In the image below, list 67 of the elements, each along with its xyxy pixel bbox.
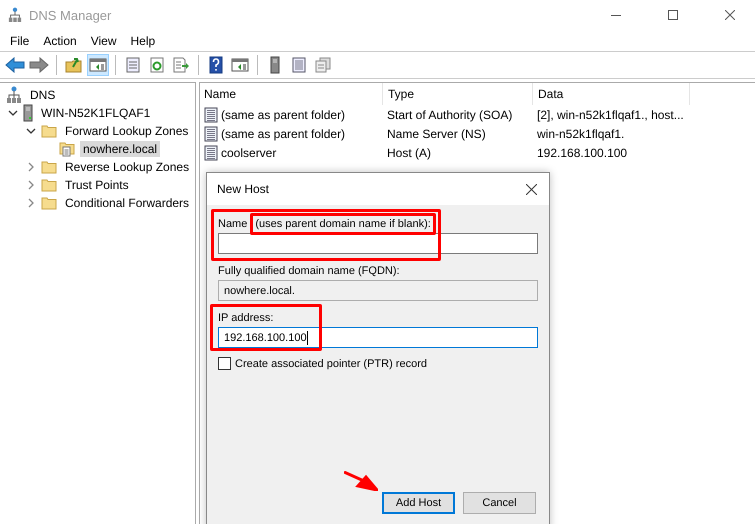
menu-item[interactable]: View xyxy=(84,34,124,48)
refresh-icon[interactable] xyxy=(149,57,165,73)
record-icon xyxy=(204,144,218,160)
collapsed-chevron-icon[interactable] xyxy=(26,198,36,208)
folder-icon xyxy=(41,160,57,174)
zone-file-icon xyxy=(59,141,75,157)
network-icon xyxy=(8,7,22,23)
record-icon xyxy=(204,106,218,122)
column-header[interactable]: Type xyxy=(382,83,532,105)
table-cell: (same as parent folder) xyxy=(221,126,346,140)
tree-item[interactable]: Reverse Lookup Zones xyxy=(62,159,192,175)
forward-arrow-icon[interactable] xyxy=(29,57,49,73)
folder-icon xyxy=(41,196,57,210)
field-hint: (uses parent domain name if blank): xyxy=(255,218,431,230)
menu-item[interactable]: Action xyxy=(36,34,84,48)
field-label: Name xyxy=(218,218,248,230)
input-field[interactable] xyxy=(218,233,538,254)
readonly-field[interactable]: nowhere.local. xyxy=(218,280,538,301)
table-cell-text: win-n52k1flqaf1. xyxy=(536,126,626,140)
pane-icon[interactable] xyxy=(231,57,249,73)
maximize-icon xyxy=(668,10,678,20)
dialog-button[interactable]: Cancel xyxy=(463,492,536,514)
record-list-icon[interactable] xyxy=(292,57,306,73)
export-list-icon[interactable] xyxy=(172,57,190,73)
column-header[interactable]: Name xyxy=(200,83,382,105)
folder-up-icon[interactable] xyxy=(65,57,83,73)
collapsed-chevron-icon[interactable] xyxy=(26,162,36,172)
tree-item[interactable]: WIN-N52K1FLQAF1 xyxy=(38,105,154,121)
column-header[interactable]: Data xyxy=(532,83,690,105)
copy-icon[interactable] xyxy=(314,57,332,73)
tree-item[interactable]: Conditional Forwarders xyxy=(62,195,192,211)
help-icon[interactable] xyxy=(209,56,223,74)
folder-icon xyxy=(41,178,57,192)
tree-item[interactable]: Forward Lookup Zones xyxy=(62,123,192,139)
network-icon xyxy=(6,86,22,104)
dialog-title: New Host xyxy=(217,182,270,196)
expanded-chevron-icon[interactable] xyxy=(26,126,36,136)
pane-icon[interactable] xyxy=(89,57,107,73)
tree-item[interactable]: Trust Points xyxy=(62,177,132,193)
back-arrow-icon[interactable] xyxy=(5,57,25,73)
table-cell-text: Host (A) xyxy=(386,146,432,160)
checkbox-label[interactable]: Create associated pointer (PTR) record xyxy=(235,358,427,370)
table-cell: (same as parent folder) xyxy=(221,108,346,122)
folder-icon xyxy=(41,124,57,138)
server-icon[interactable] xyxy=(270,56,280,74)
table-cell: coolserver xyxy=(221,146,276,160)
expanded-chevron-icon[interactable] xyxy=(8,108,18,118)
menu-item[interactable]: File xyxy=(3,34,36,48)
input-field[interactable]: 192.168.100.100 xyxy=(218,327,538,348)
tree-item[interactable]: nowhere.local xyxy=(80,141,160,157)
record-icon xyxy=(204,126,218,142)
close-icon xyxy=(725,10,735,20)
properties-icon[interactable] xyxy=(125,57,141,73)
field-label: IP address: xyxy=(218,312,274,324)
table-cell-text: 192.168.100.100 xyxy=(536,146,628,160)
close-icon xyxy=(526,184,536,194)
table-cell-text: [2], win-n52k1flqaf1., host... xyxy=(536,108,685,122)
tree-item[interactable]: DNS xyxy=(27,87,58,103)
window-title: DNS Manager xyxy=(29,8,112,22)
field-label: Fully qualified domain name (FQDN): xyxy=(218,265,400,277)
server-icon xyxy=(23,104,33,122)
collapsed-chevron-icon[interactable] xyxy=(26,180,36,190)
table-cell-text: Name Server (NS) xyxy=(386,126,487,140)
checkbox[interactable] xyxy=(218,357,231,370)
menu-item[interactable]: Help xyxy=(124,34,162,48)
table-cell-text: Start of Authority (SOA) xyxy=(386,108,514,122)
dialog-button[interactable]: Add Host xyxy=(382,492,455,514)
